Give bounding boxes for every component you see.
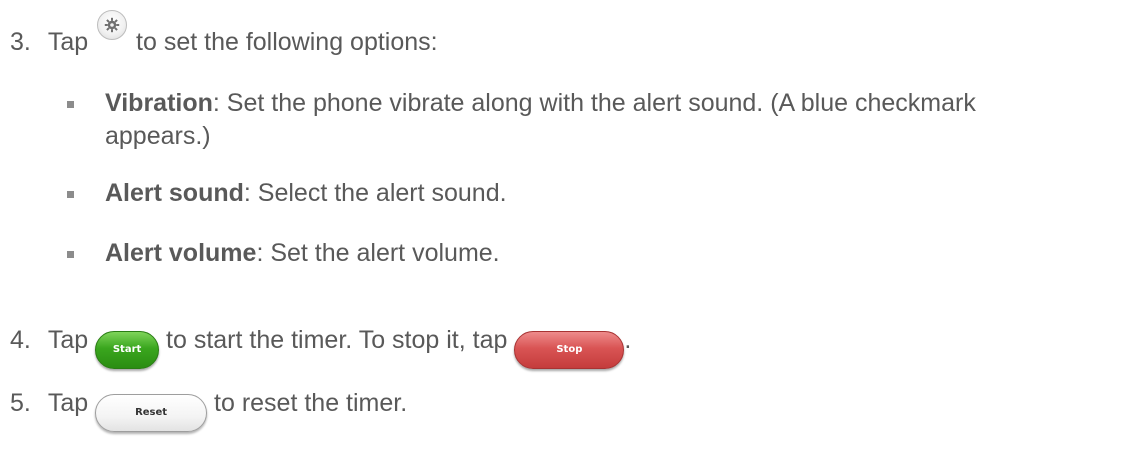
option-text: : Select the alert sound. — [243, 179, 507, 207]
step-text-tap: Tap — [47, 28, 89, 56]
start-button: Start — [95, 331, 160, 369]
gear-icon — [104, 17, 120, 33]
stop-button: Stop — [514, 331, 625, 369]
bullet-icon — [67, 191, 74, 198]
option-term: Vibration — [105, 89, 213, 117]
option-vibration-cont: appears.) — [105, 121, 211, 151]
option-text: : Set the phone vibrate along with the a… — [212, 89, 976, 117]
reset-button: Reset — [95, 394, 208, 432]
step-4: 4. Tap Start to start the timer. To stop… — [10, 325, 631, 377]
step-text: to start the timer. To stop it, tap — [166, 326, 508, 354]
step-text-tap: Tap — [47, 326, 89, 354]
option-text: : Set the alert volume. — [256, 239, 500, 267]
option-vibration: Vibration: Set the phone vibrate along w… — [105, 88, 976, 118]
step-3: 3. Tap to set the following options: — [10, 10, 438, 57]
step-5: 5. Tap Reset to reset the timer. — [10, 388, 407, 440]
option-alert-sound: Alert sound: Select the alert sound. — [105, 178, 507, 208]
step-number: 5. — [10, 389, 31, 417]
step-text-tap: Tap — [47, 389, 89, 417]
option-text: appears.) — [105, 122, 211, 150]
step-number: 3. — [10, 28, 31, 56]
bullet-icon — [67, 251, 74, 258]
settings-gear-button — [97, 10, 128, 40]
option-alert-volume: Alert volume: Set the alert volume. — [105, 238, 500, 268]
bullet-icon — [67, 101, 74, 108]
step-text: to set the following options: — [136, 28, 438, 56]
step-number: 4. — [10, 326, 31, 354]
step-text-end: . — [624, 326, 632, 354]
step-text: to reset the timer. — [214, 389, 408, 417]
option-term: Alert sound — [105, 179, 244, 207]
option-term: Alert volume — [105, 239, 257, 267]
